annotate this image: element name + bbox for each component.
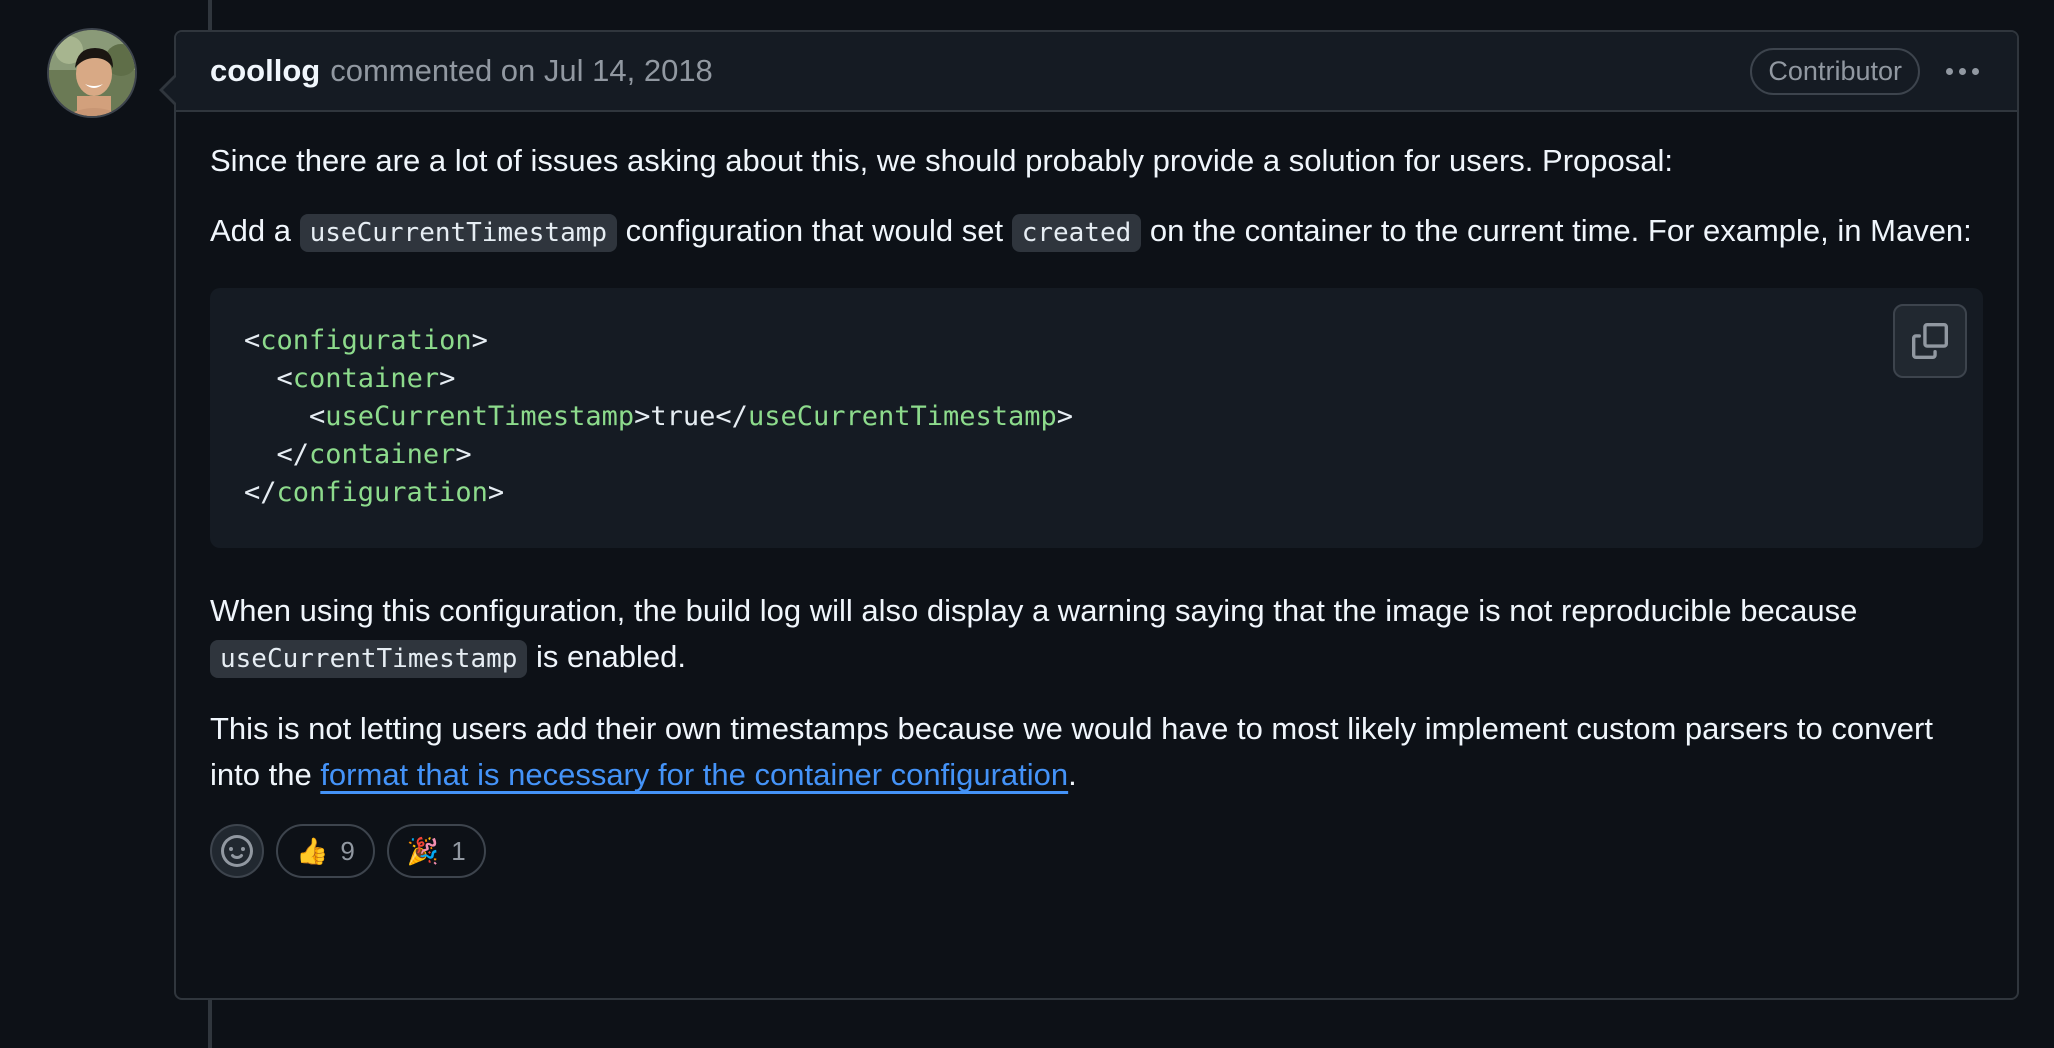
reactions-bar: 👍 9 🎉 1 [210, 824, 1983, 878]
paragraph: This is not letting users add their own … [210, 711, 1933, 792]
reaction-count: 1 [451, 836, 466, 866]
header-actions: Contributor [1750, 47, 1983, 95]
add-reaction-button[interactable] [210, 824, 264, 878]
author-link[interactable]: coollog [210, 53, 320, 89]
paragraph: Add a useCurrentTimestamp configuration … [210, 208, 1983, 256]
inline-code: created [1011, 214, 1142, 252]
reaction-count: 9 [340, 836, 355, 866]
page: coollog commented on Jul 14, 2018 Contri… [0, 0, 2054, 1048]
reaction-tada[interactable]: 🎉 1 [386, 824, 486, 878]
code-content: <configuration> <container> <useCurrentT… [244, 325, 1074, 508]
format-link[interactable]: format that is necessary for the contain… [320, 757, 1068, 792]
role-badge: Contributor [1750, 47, 1920, 95]
thumbs-up-icon: 👍 [296, 836, 329, 866]
paragraph: When using this configuration, the build… [210, 588, 1983, 682]
kebab-horizontal-icon[interactable] [1942, 62, 1983, 81]
code-block: <configuration> <container> <useCurrentT… [210, 288, 1983, 548]
paragraph: Since there are a lot of issues asking a… [210, 143, 1673, 178]
copy-icon [1912, 323, 1948, 359]
avatar-image [49, 30, 135, 116]
comment-timestamp[interactable]: commented on Jul 14, 2018 [330, 53, 713, 89]
reaction-thumbs-up[interactable]: 👍 9 [276, 824, 375, 878]
comment-header: coollog commented on Jul 14, 2018 Contri… [176, 32, 2017, 112]
avatar[interactable] [47, 28, 137, 118]
comment-body: Since there are a lot of issues asking a… [176, 112, 2017, 878]
comment-box: coollog commented on Jul 14, 2018 Contri… [159, 30, 2019, 1000]
smiley-icon [221, 835, 253, 867]
inline-code: useCurrentTimestamp [299, 214, 618, 252]
tada-icon: 🎉 [406, 836, 440, 866]
inline-code: useCurrentTimestamp [210, 640, 528, 678]
copy-button[interactable] [1893, 304, 1967, 378]
